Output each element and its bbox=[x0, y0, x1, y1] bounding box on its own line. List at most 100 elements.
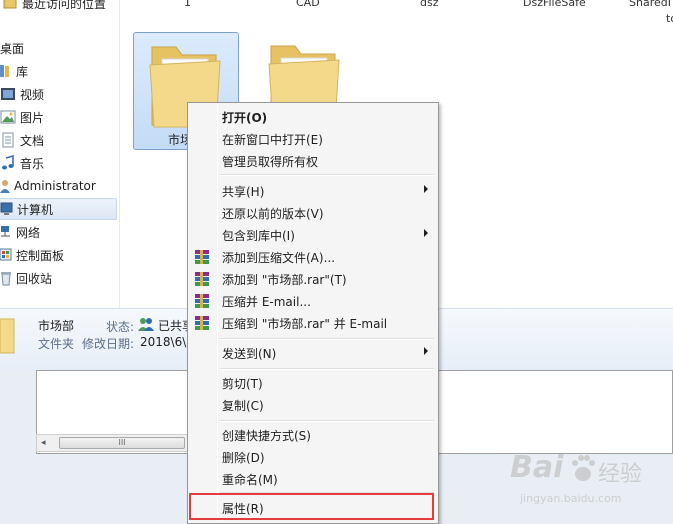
nav-item-control-panel[interactable]: 控制面板 bbox=[0, 244, 64, 266]
menu-item-label: 剪切(T) bbox=[222, 376, 263, 391]
menu-item-label: 创建快捷方式(S) bbox=[222, 428, 311, 443]
menu-item-restore-versions[interactable]: 还原以前的版本(V) bbox=[190, 202, 436, 224]
menu-item-label: 删除(D) bbox=[222, 450, 265, 465]
menu-item-share[interactable]: 共享(H) bbox=[190, 180, 436, 202]
recent-places-icon bbox=[2, 0, 18, 11]
item-label: CAD bbox=[296, 0, 320, 9]
highlight-annotation-box bbox=[189, 493, 434, 520]
recycle-bin-icon bbox=[0, 270, 12, 286]
nav-item-label: 文档 bbox=[20, 133, 45, 148]
menu-item-open-new-window[interactable]: 在新窗口中打开(E) bbox=[190, 128, 436, 150]
nav-item-desktop[interactable]: 桌面 bbox=[0, 37, 24, 59]
nav-item-label: 网络 bbox=[16, 225, 41, 240]
navigation-pane: 最近访问的位置 桌面 库 视频 图片 文档 音乐 Administrator 计… bbox=[0, 0, 120, 308]
nav-item-label: 计算机 bbox=[17, 202, 54, 217]
winrar-icon bbox=[195, 316, 209, 330]
menu-item-label: 添加到 "市场部.rar"(T) bbox=[222, 272, 347, 287]
watermark-url: jingyan.baidu.com bbox=[520, 492, 622, 505]
menu-item-label: 压缩到 "市场部.rar" 并 E-mail bbox=[222, 316, 388, 331]
nav-item-recent-places[interactable]: 最近访问的位置 bbox=[2, 0, 106, 14]
menu-item-label: 共享(H) bbox=[222, 184, 265, 199]
menu-item-label: 包含到库中(I) bbox=[222, 228, 295, 243]
nav-item-pictures[interactable]: 图片 bbox=[0, 106, 44, 128]
library-icon bbox=[0, 63, 12, 79]
submenu-arrow-icon bbox=[424, 229, 428, 237]
item-label: 1 bbox=[184, 0, 191, 9]
menu-item-label: 管理员取得所有权 bbox=[222, 154, 319, 169]
nav-item-label: 最近访问的位置 bbox=[22, 0, 107, 11]
item-label: SharedI bbox=[629, 0, 671, 9]
paw-icon bbox=[570, 454, 596, 487]
network-icon bbox=[0, 224, 12, 240]
menu-item-add-to-archive[interactable]: 添加到压缩文件(A)... bbox=[190, 246, 436, 268]
menu-item-label: 压缩并 E-mail... bbox=[222, 294, 311, 309]
nav-item-computer[interactable]: 计算机 bbox=[0, 198, 117, 220]
details-status-label: 状态: bbox=[106, 320, 135, 334]
menu-item-label: 在新窗口中打开(E) bbox=[222, 132, 323, 147]
menu-separator bbox=[220, 338, 434, 340]
scroll-left-arrow-icon[interactable]: ◂ bbox=[41, 438, 46, 448]
nav-item-recycle-bin[interactable]: 回收站 bbox=[0, 267, 52, 289]
menu-item-copy[interactable]: 复制(C) bbox=[190, 394, 436, 416]
details-modified-label: 修改日期: bbox=[82, 337, 135, 351]
menu-item-compress-to-rar-email[interactable]: 压缩到 "市场部.rar" 并 E-mail bbox=[190, 312, 436, 334]
winrar-icon bbox=[195, 272, 209, 286]
menu-item-create-shortcut[interactable]: 创建快捷方式(S) bbox=[190, 424, 436, 446]
submenu-arrow-icon bbox=[424, 347, 428, 355]
menu-item-label: 发送到(N) bbox=[222, 346, 277, 361]
watermark-brand-suffix: 经验 bbox=[598, 462, 643, 487]
menu-item-cut[interactable]: 剪切(T) bbox=[190, 372, 436, 394]
winrar-icon bbox=[195, 250, 209, 264]
nav-item-documents[interactable]: 文档 bbox=[0, 129, 44, 151]
nav-item-library[interactable]: 库 bbox=[0, 60, 28, 82]
nav-item-label: 视频 bbox=[20, 87, 45, 102]
menu-item-compress-email[interactable]: 压缩并 E-mail... bbox=[190, 290, 436, 312]
nav-item-music[interactable]: 音乐 bbox=[0, 152, 44, 174]
nav-item-label: 音乐 bbox=[20, 156, 45, 171]
menu-item-label: 打开(O) bbox=[222, 110, 268, 125]
horizontal-scrollbar[interactable]: ◂ III bbox=[36, 434, 196, 452]
music-icon bbox=[0, 155, 16, 171]
nav-item-label: 回收站 bbox=[16, 271, 53, 286]
menu-item-take-ownership[interactable]: 管理员取得所有权 bbox=[190, 150, 436, 172]
menu-item-delete[interactable]: 删除(D) bbox=[190, 446, 436, 468]
submenu-arrow-icon bbox=[424, 185, 428, 193]
menu-separator bbox=[220, 420, 434, 422]
details-name: 市场部 bbox=[38, 319, 75, 333]
scrollbar-grip: III bbox=[118, 438, 126, 447]
menu-item-send-to[interactable]: 发送到(N) bbox=[190, 342, 436, 364]
nav-item-label: 库 bbox=[16, 64, 29, 79]
folder-icon bbox=[0, 318, 15, 354]
details-modified-value: 2018\6\1 bbox=[140, 335, 194, 349]
details-type: 文件夹 bbox=[38, 337, 75, 351]
item-label: dsz bbox=[420, 0, 439, 9]
item-label: DszFileSafe bbox=[523, 0, 586, 9]
menu-item-add-to-rar[interactable]: 添加到 "市场部.rar"(T) bbox=[190, 268, 436, 290]
menu-separator bbox=[220, 368, 434, 370]
user-icon bbox=[0, 178, 10, 194]
menu-item-rename[interactable]: 重命名(M) bbox=[190, 468, 436, 490]
computer-icon bbox=[0, 201, 13, 217]
control-panel-icon bbox=[0, 247, 12, 263]
menu-item-label: 还原以前的版本(V) bbox=[222, 206, 324, 221]
nav-item-administrator[interactable]: Administrator bbox=[0, 175, 96, 197]
watermark-brand: Bai bbox=[510, 450, 564, 485]
video-icon bbox=[0, 86, 16, 102]
scrollbar-thumb[interactable]: III bbox=[59, 437, 185, 449]
winrar-icon bbox=[195, 294, 209, 308]
context-menu: 打开(O) 在新窗口中打开(E) 管理员取得所有权 共享(H) 还原以前的版本(… bbox=[187, 102, 439, 524]
nav-item-label: 桌面 bbox=[0, 41, 25, 56]
shared-users-icon bbox=[138, 316, 154, 335]
menu-item-include-in-library[interactable]: 包含到库中(I) bbox=[190, 224, 436, 246]
pictures-icon bbox=[0, 109, 16, 125]
item-label: to bbox=[666, 12, 673, 25]
menu-item-open[interactable]: 打开(O) bbox=[190, 106, 436, 128]
nav-item-label: 图片 bbox=[20, 110, 45, 125]
menu-item-label: 重命名(M) bbox=[222, 472, 278, 487]
nav-item-label: Administrator bbox=[14, 179, 96, 193]
nav-item-network[interactable]: 网络 bbox=[0, 221, 40, 243]
nav-item-label: 控制面板 bbox=[16, 248, 65, 263]
documents-icon bbox=[0, 132, 16, 148]
menu-separator bbox=[220, 174, 434, 176]
nav-item-video[interactable]: 视频 bbox=[0, 83, 44, 105]
